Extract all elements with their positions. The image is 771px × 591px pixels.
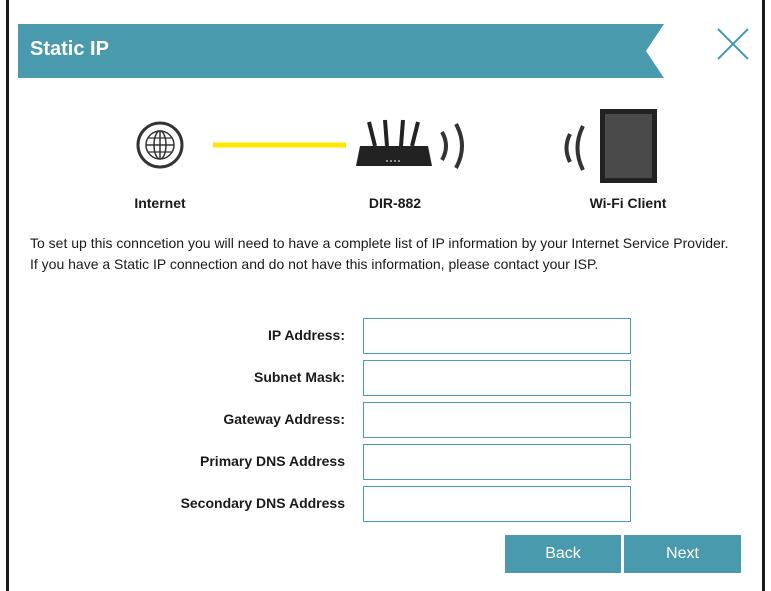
secondary-dns-label: Secondary DNS Address: [180, 495, 345, 511]
wifi-signal-icon: [564, 125, 585, 171]
primary-dns-label: Primary DNS Address: [200, 453, 345, 469]
wifi-signal-icon: [440, 123, 464, 169]
node-label-router: DIR-882: [368, 195, 422, 211]
globe-icon: [136, 121, 184, 169]
secondary-dns-input[interactable]: [363, 486, 631, 522]
back-button[interactable]: Back: [505, 535, 621, 573]
form-row-primary-dns: Primary DNS Address: [60, 444, 660, 480]
dialog-window: Static IP Internet DIR-882 Wi-Fi Client …: [0, 0, 771, 591]
gateway-address-input[interactable]: [363, 402, 631, 438]
dialog-border-left: [6, 0, 9, 591]
node-label-client: Wi-Fi Client: [589, 195, 667, 211]
ip-address-input[interactable]: [363, 318, 631, 354]
ip-address-label: IP Address:: [267, 327, 345, 343]
form-row-subnet: Subnet Mask:: [60, 360, 660, 396]
tablet-icon: [600, 109, 657, 183]
subnet-mask-input[interactable]: [363, 360, 631, 396]
page-title: Static IP: [30, 38, 109, 60]
gateway-address-label: Gateway Address:: [223, 411, 345, 427]
form-row-gateway: Gateway Address:: [60, 402, 660, 438]
router-icon: [356, 119, 432, 166]
description-text: To set up this conncetion you will need …: [30, 235, 729, 272]
dialog-border-right: [762, 0, 765, 591]
form-row-secondary-dns: Secondary DNS Address: [60, 486, 660, 522]
close-icon[interactable]: [715, 26, 751, 62]
node-label-internet: Internet: [134, 195, 186, 211]
subnet-mask-label: Subnet Mask:: [253, 369, 345, 385]
next-button[interactable]: Next: [624, 535, 741, 573]
form-row-ip: IP Address:: [60, 318, 660, 354]
primary-dns-input[interactable]: [363, 444, 631, 480]
title-banner: [18, 24, 664, 78]
